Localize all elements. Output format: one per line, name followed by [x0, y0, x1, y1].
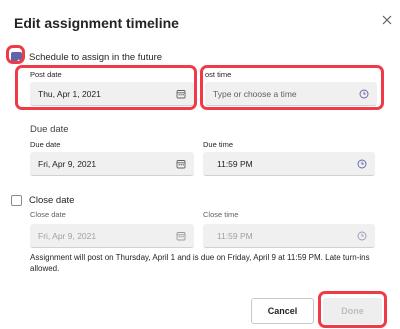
- calendar-icon[interactable]: [176, 159, 186, 169]
- due-date-label: Due date: [30, 140, 61, 149]
- due-date-field[interactable]: Fri, Apr 9, 2021: [30, 152, 194, 176]
- close-date-checkbox[interactable]: [11, 195, 22, 206]
- edit-assignment-timeline-dialog: Edit assignment timeline Schedule to ass…: [0, 0, 400, 329]
- clock-icon: [357, 231, 367, 241]
- clock-icon[interactable]: [357, 159, 367, 169]
- post-date-label: Post date: [30, 70, 62, 79]
- post-time-label: ost time: [205, 70, 232, 79]
- due-time-value: 11:59 PM: [217, 158, 253, 169]
- close-time-field: 11:59 PM: [203, 224, 375, 248]
- schedule-checkbox[interactable]: [11, 52, 22, 65]
- check-icon: [13, 59, 20, 65]
- post-date-field[interactable]: Thu, Apr 1, 2021: [30, 82, 194, 106]
- close-date-checkbox-label: Close date: [29, 195, 75, 206]
- assignment-summary-text: Assignment will post on Thursday, April …: [30, 253, 370, 273]
- post-time-input[interactable]: Type or choose a time: [213, 89, 359, 99]
- clock-icon[interactable]: [359, 89, 369, 99]
- calendar-icon[interactable]: [176, 89, 186, 99]
- due-date-value: Fri, Apr 9, 2021: [38, 158, 97, 169]
- calendar-icon: [176, 231, 186, 241]
- schedule-row[interactable]: Schedule to assign in the future: [11, 52, 163, 65]
- due-time-label: Due time: [203, 140, 234, 149]
- due-time-field[interactable]: 11:59 PM: [203, 152, 375, 176]
- close-time-value: 11:59 PM: [217, 230, 253, 241]
- close-date-value: Fri, Apr 9, 2021: [38, 230, 97, 241]
- schedule-label: Schedule to assign in the future: [29, 52, 163, 63]
- dialog-title: Edit assignment timeline: [14, 15, 179, 31]
- cancel-button[interactable]: Cancel: [251, 298, 314, 324]
- post-date-value: Thu, Apr 1, 2021: [38, 88, 101, 99]
- close-date-row[interactable]: Close date: [11, 195, 74, 206]
- close-date-label: Close date: [30, 210, 66, 219]
- close-date-field: Fri, Apr 9, 2021: [30, 224, 194, 248]
- post-time-field[interactable]: Type or choose a time: [205, 82, 377, 106]
- due-section-label: Due date: [30, 124, 69, 135]
- close-time-label: Close time: [203, 210, 239, 219]
- done-button[interactable]: Done: [323, 298, 382, 324]
- close-icon[interactable]: [381, 14, 393, 26]
